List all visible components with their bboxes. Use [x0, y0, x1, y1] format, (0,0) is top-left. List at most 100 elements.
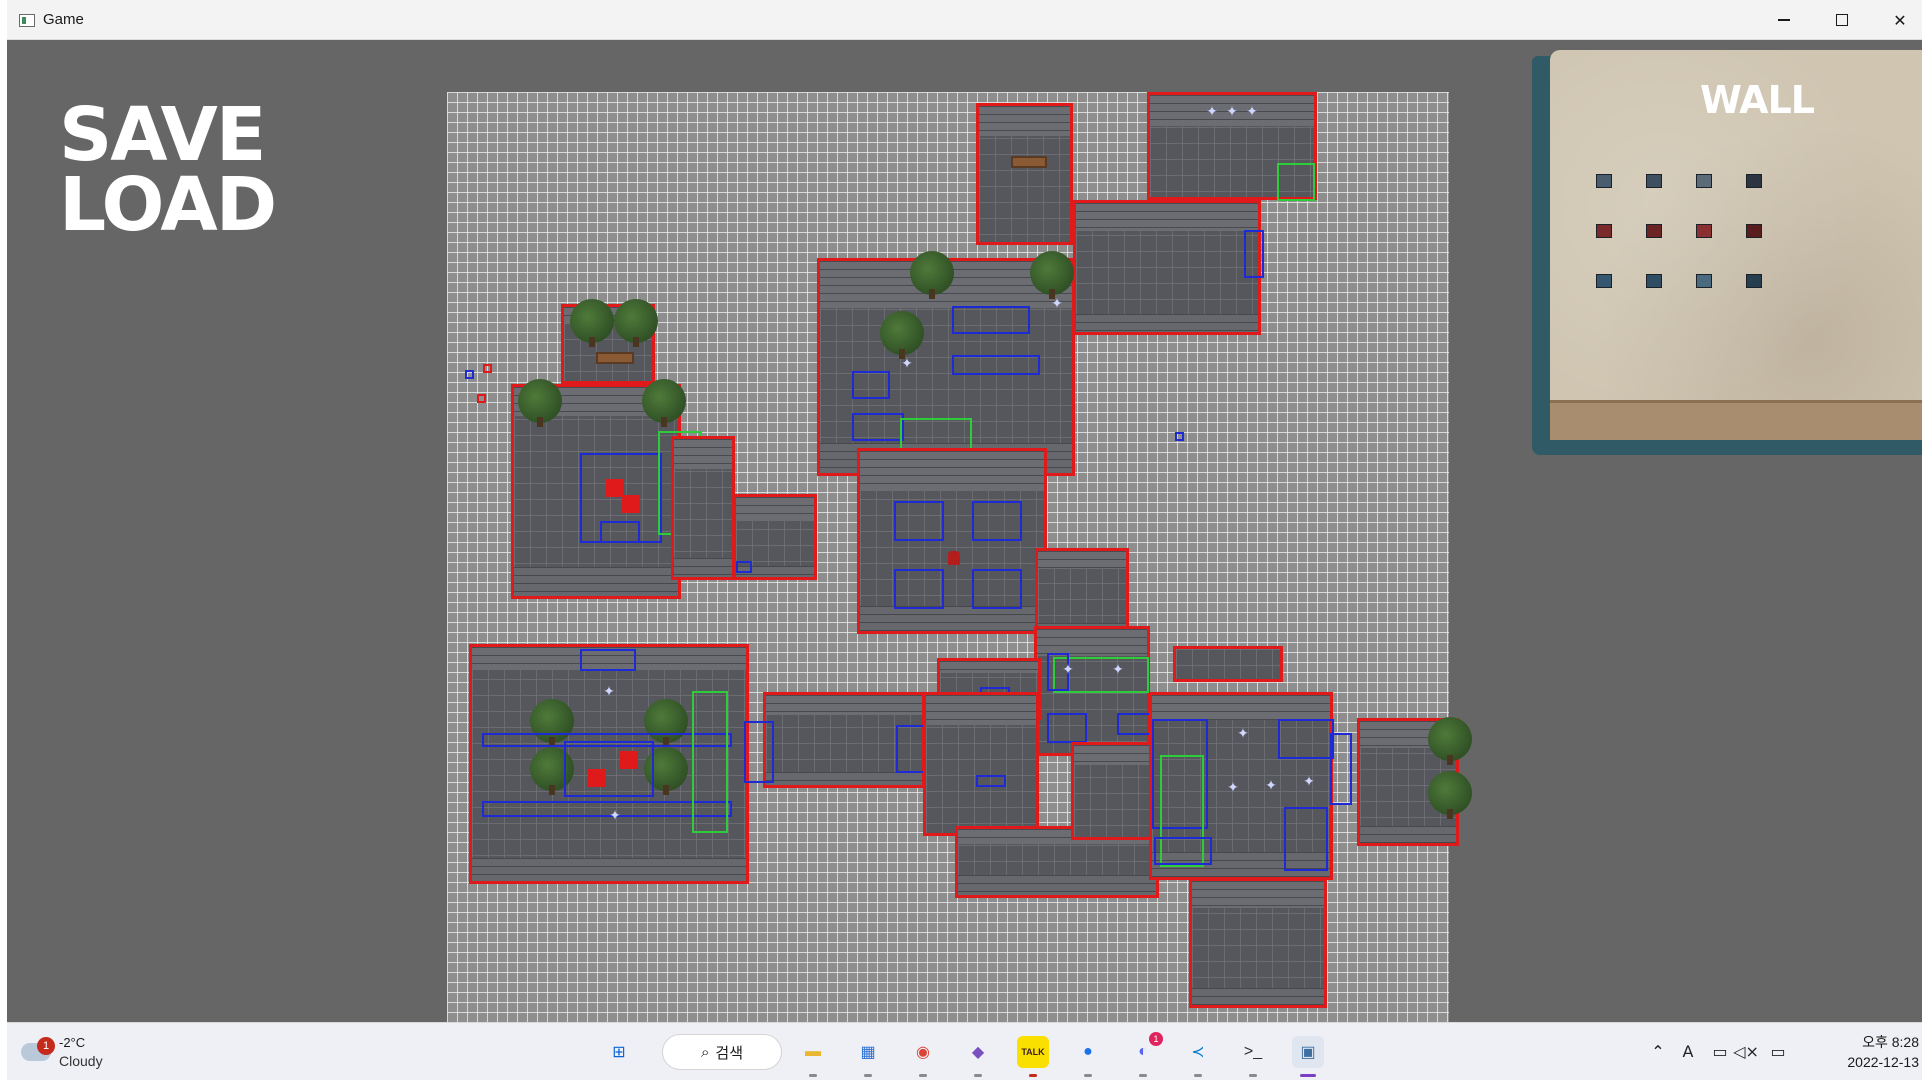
game-viewport[interactable]: SAVE LOAD ✦ ✦ ✦ ✦ ✦ ✦ ✦ ✦ ✦ ✦ ✦ ✦ ✦ WALL — [7, 40, 1922, 1022]
collider-box[interactable] — [952, 306, 1030, 334]
collider-box[interactable] — [972, 569, 1022, 609]
map-room[interactable] — [511, 379, 702, 599]
collider-box[interactable] — [1278, 719, 1334, 759]
collider-box[interactable] — [1330, 733, 1352, 805]
collider-box[interactable] — [972, 501, 1022, 541]
map-editor-grid[interactable]: ✦ ✦ ✦ ✦ ✦ ✦ ✦ ✦ ✦ ✦ ✦ ✦ ✦ — [447, 92, 1472, 1022]
running-indicator — [974, 1074, 982, 1077]
collider-box[interactable] — [580, 649, 636, 671]
trigger-zone[interactable] — [900, 418, 972, 450]
wall-tile[interactable] — [1646, 224, 1662, 238]
spawn-marker[interactable] — [620, 751, 638, 769]
chevron-up-icon[interactable]: ⌃ — [1647, 1037, 1669, 1065]
map-room[interactable] — [1357, 717, 1472, 846]
collider-box[interactable] — [894, 569, 944, 609]
vscode-icon[interactable]: ≺ — [1182, 1036, 1214, 1068]
map-room[interactable] — [733, 494, 817, 580]
trigger-zone[interactable] — [692, 691, 728, 833]
map-room[interactable] — [561, 299, 658, 384]
wall-tile[interactable] — [1646, 274, 1662, 288]
volume-muted-icon[interactable]: ◁× — [1733, 1037, 1759, 1065]
taskbar-clock[interactable]: 오후 8:28 2022-12-13 — [1809, 1032, 1919, 1072]
map-room[interactable]: ✦ ✦ — [469, 644, 749, 884]
map-room[interactable]: ✦ ✦ — [817, 251, 1075, 476]
map-room[interactable]: ✦ ✦ — [1034, 626, 1151, 756]
collider-box[interactable] — [1284, 807, 1328, 871]
wall-panel-title: WALL — [1699, 78, 1815, 122]
battery-icon[interactable]: ▭ — [1767, 1037, 1789, 1065]
collider-box[interactable] — [976, 775, 1006, 787]
map-room[interactable] — [1189, 878, 1327, 1008]
load-button[interactable]: LOAD — [59, 168, 277, 242]
map-room[interactable] — [1073, 200, 1264, 335]
wall-tile[interactable] — [1746, 224, 1762, 238]
game-window-icon[interactable]: ▣ — [1292, 1036, 1324, 1068]
map-room[interactable] — [857, 448, 1047, 634]
visual-studio-icon[interactable]: ◆ — [962, 1036, 994, 1068]
save-load-menu: SAVE LOAD — [59, 98, 277, 242]
wall-tile[interactable] — [1596, 224, 1612, 238]
spawn-marker[interactable] — [622, 495, 640, 513]
collider-box[interactable] — [952, 355, 1040, 375]
chrome-icon[interactable]: ◉ — [907, 1036, 939, 1068]
collider-box[interactable] — [1244, 230, 1264, 278]
map-room[interactable] — [744, 692, 926, 788]
maps-icon[interactable]: ● — [1072, 1036, 1104, 1068]
wall-tile[interactable] — [1696, 274, 1712, 288]
running-indicator — [1249, 1074, 1257, 1077]
running-indicator — [1194, 1074, 1202, 1077]
map-room[interactable] — [1071, 742, 1153, 840]
network-icon[interactable]: ▭ — [1709, 1037, 1731, 1065]
map-room[interactable] — [976, 103, 1073, 245]
close-button[interactable]: ✕ — [1871, 0, 1922, 40]
wall-tile[interactable] — [1696, 174, 1712, 188]
microsoft-store-icon[interactable]: ▦ — [852, 1036, 884, 1068]
trigger-zone[interactable] — [1277, 163, 1315, 201]
collider-box[interactable] — [600, 521, 640, 543]
weather-widget[interactable]: 1 -2°C Cloudy — [21, 1031, 141, 1073]
player-sprite — [948, 551, 960, 565]
spawn-marker[interactable] — [588, 769, 606, 787]
collider-box[interactable] — [894, 501, 944, 541]
marker-box[interactable] — [483, 364, 492, 373]
wall-tile[interactable] — [1746, 174, 1762, 188]
taskbar-search[interactable]: ⌕ 검색 — [662, 1034, 782, 1070]
wall-tile-panel[interactable]: WALL — [1532, 50, 1922, 455]
tree — [518, 379, 562, 427]
map-room[interactable]: ✦ ✦ ✦ ✦ — [1149, 692, 1352, 880]
maximize-button[interactable] — [1813, 0, 1871, 40]
map-room[interactable]: ✦ ✦ ✦ — [1147, 92, 1317, 201]
map-room[interactable] — [923, 692, 1039, 836]
kakaotalk-icon[interactable]: TALK — [1017, 1036, 1049, 1068]
tree — [1428, 771, 1472, 819]
collider-box[interactable] — [896, 725, 926, 773]
terminal-icon[interactable]: >_ — [1237, 1036, 1269, 1068]
collider-box[interactable] — [744, 721, 774, 783]
wall-tile[interactable] — [1596, 274, 1612, 288]
discord-icon[interactable]: ◐ 1 — [1127, 1032, 1163, 1068]
collider-box[interactable] — [1117, 713, 1151, 735]
title-bar[interactable]: Game ✕ — [7, 0, 1922, 40]
marker-box[interactable] — [1175, 432, 1184, 441]
tree — [1428, 717, 1472, 765]
wall-tile[interactable] — [1696, 224, 1712, 238]
collider-box[interactable] — [852, 371, 890, 399]
windows-start-icon[interactable]: ⊞ — [603, 1036, 635, 1068]
collider-box[interactable] — [736, 561, 752, 573]
collider-box[interactable] — [1047, 713, 1087, 743]
wall-tile[interactable] — [1746, 274, 1762, 288]
marker-box[interactable] — [477, 394, 486, 403]
collider-box[interactable] — [1154, 837, 1212, 865]
wall-tile[interactable] — [1646, 174, 1662, 188]
map-room[interactable] — [1173, 646, 1283, 682]
marker-box[interactable] — [465, 370, 474, 379]
collider-box[interactable] — [852, 413, 904, 441]
file-explorer-icon[interactable]: ▬ — [797, 1036, 829, 1068]
map-room[interactable] — [1035, 548, 1129, 638]
collider-box[interactable] — [564, 741, 654, 797]
map-room[interactable] — [671, 436, 735, 580]
input-method-icon[interactable]: A — [1677, 1037, 1699, 1065]
minimize-button[interactable] — [1755, 0, 1813, 40]
wall-tile[interactable] — [1596, 174, 1612, 188]
save-button[interactable]: SAVE — [59, 98, 275, 172]
